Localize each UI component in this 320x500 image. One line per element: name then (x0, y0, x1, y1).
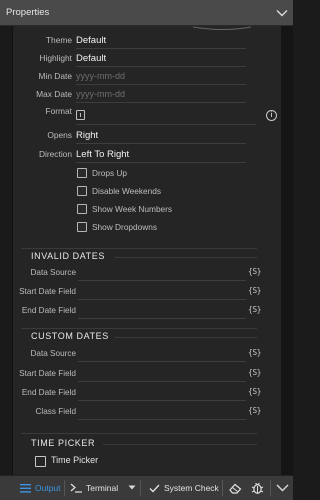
show-dropdowns-label: Show Dropdowns (92, 222, 158, 232)
dynamic-data-icon[interactable]: {S} (248, 406, 261, 415)
terminal-label: Terminal (86, 483, 119, 493)
format-label: Format (45, 106, 72, 116)
show-week-numbers-checkbox[interactable] (77, 204, 87, 214)
terminal-tab[interactable]: Terminal (70, 476, 136, 500)
dynamic-data-icon[interactable]: {S} (248, 267, 261, 276)
custom-class-field-input[interactable] (78, 419, 246, 420)
dynamic-data-icon[interactable]: {S} (248, 348, 261, 357)
time-picker-section-header: TIME PICKER (21, 433, 257, 448)
bottom-toolbar: Output Terminal System Check (0, 475, 293, 500)
section-title-rule (115, 337, 257, 338)
direction-select[interactable]: Left To Right (76, 146, 246, 163)
theme-row: Theme Default (13, 32, 281, 50)
system-check-label: System Check (164, 483, 219, 493)
custom-dates-section-header: CUSTOM DATES (21, 328, 257, 342)
show-week-numbers-label: Show Week Numbers (92, 204, 173, 214)
output-label: Output (35, 483, 61, 493)
dynamic-data-icon[interactable]: {S} (248, 305, 261, 314)
highlight-row: Highlight Default (13, 50, 281, 68)
opens-label: Opens (47, 130, 72, 140)
time-picker-label: Time Picker (51, 455, 99, 465)
invalid-start-date-input[interactable] (78, 299, 246, 300)
disable-weekends-checkbox[interactable] (77, 186, 87, 196)
toolbar-divider (270, 480, 271, 496)
custom-start-date-row: Start Date Field {S} (13, 366, 281, 384)
invalid-data-source-row: Data Source {S} (13, 265, 281, 283)
drops-up-checkbox[interactable] (77, 168, 87, 178)
caret-down-icon[interactable] (128, 485, 136, 491)
toolbar-divider (222, 480, 223, 496)
dynamic-data-icon[interactable]: {S} (248, 286, 261, 295)
custom-start-date-input[interactable] (78, 381, 246, 382)
custom-dates-title: CUSTOM DATES (31, 331, 109, 341)
direction-label: Direction (38, 149, 72, 159)
custom-start-date-label: Start Date Field (19, 369, 76, 378)
custom-end-date-label: End Date Field (21, 388, 76, 397)
custom-class-field-label: Class Field (35, 407, 77, 416)
custom-data-source-row: Data Source {S} (13, 346, 281, 364)
info-icon[interactable]: i (266, 110, 277, 121)
right-gutter (281, 26, 293, 475)
left-gutter (0, 26, 12, 475)
properties-header[interactable]: Properties (0, 0, 293, 26)
section-divider (21, 328, 257, 329)
invalid-start-date-row: Start Date Field {S} (13, 284, 281, 302)
show-dropdowns-checkbox[interactable] (77, 222, 87, 232)
invalid-dates-section-header: INVALID DATES (21, 248, 257, 262)
checkmark-icon (149, 484, 160, 492)
properties-panel: Theme Default Highlight Default Min Date… (12, 26, 281, 475)
list-icon (20, 483, 31, 493)
toolbar-divider (64, 480, 65, 496)
invalid-start-date-label: Start Date Field (19, 287, 76, 296)
custom-end-date-row: End Date Field {S} (13, 385, 281, 403)
output-tab[interactable]: Output (20, 476, 61, 500)
direction-row: Direction Left To Right (13, 146, 281, 164)
eraser-icon[interactable] (229, 482, 242, 494)
time-picker-checkbox[interactable] (35, 456, 46, 467)
section-title-rule (103, 444, 257, 445)
disable-weekends-label: Disable Weekends (92, 186, 162, 196)
invalid-data-source-input[interactable] (78, 280, 246, 281)
theme-select[interactable]: Default (76, 32, 246, 49)
system-check-button[interactable]: System Check (149, 476, 219, 500)
max-date-label: Max Date (36, 89, 72, 99)
opens-row: Opens Right (13, 127, 281, 145)
terminal-icon (70, 483, 82, 493)
invalid-dates-title: INVALID DATES (31, 251, 105, 261)
min-date-label: Min Date (38, 71, 72, 81)
dynamic-data-icon[interactable]: {S} (248, 387, 261, 396)
time-picker-title: TIME PICKER (31, 438, 96, 448)
highlight-label: Highlight (39, 53, 72, 63)
chevron-down-icon[interactable] (276, 484, 289, 492)
invalid-end-date-label: End Date Field (21, 306, 76, 315)
chevron-down-icon[interactable] (275, 6, 289, 20)
custom-end-date-input[interactable] (78, 400, 246, 401)
section-title-rule (115, 257, 257, 258)
min-date-input[interactable]: yyyy-mm-dd (76, 68, 246, 85)
min-date-row: Min Date yyyy-mm-dd (13, 68, 281, 86)
invalid-data-source-label: Data Source (30, 268, 76, 277)
custom-data-source-input[interactable] (78, 361, 246, 362)
invalid-end-date-input[interactable] (78, 318, 246, 319)
dynamic-data-icon[interactable]: {S} (248, 368, 261, 377)
custom-class-field-row: Class Field {S} (13, 404, 281, 422)
panel-title: Properties (6, 7, 50, 18)
format-input[interactable] (76, 110, 256, 125)
opens-select[interactable]: Right (76, 127, 246, 144)
theme-label: Theme (45, 35, 72, 45)
section-divider (21, 433, 257, 434)
format-row: Format i (13, 106, 281, 128)
bug-icon[interactable] (251, 481, 264, 495)
max-date-row: Max Date yyyy-mm-dd (13, 86, 281, 104)
custom-data-source-label: Data Source (30, 349, 76, 358)
max-date-input[interactable]: yyyy-mm-dd (76, 86, 246, 103)
section-divider (21, 248, 257, 249)
text-format-icon[interactable] (76, 110, 85, 120)
invalid-end-date-row: End Date Field {S} (13, 303, 281, 321)
drops-up-label: Drops Up (92, 168, 128, 178)
toolbar-divider (140, 480, 141, 496)
highlight-select[interactable]: Default (76, 50, 246, 67)
